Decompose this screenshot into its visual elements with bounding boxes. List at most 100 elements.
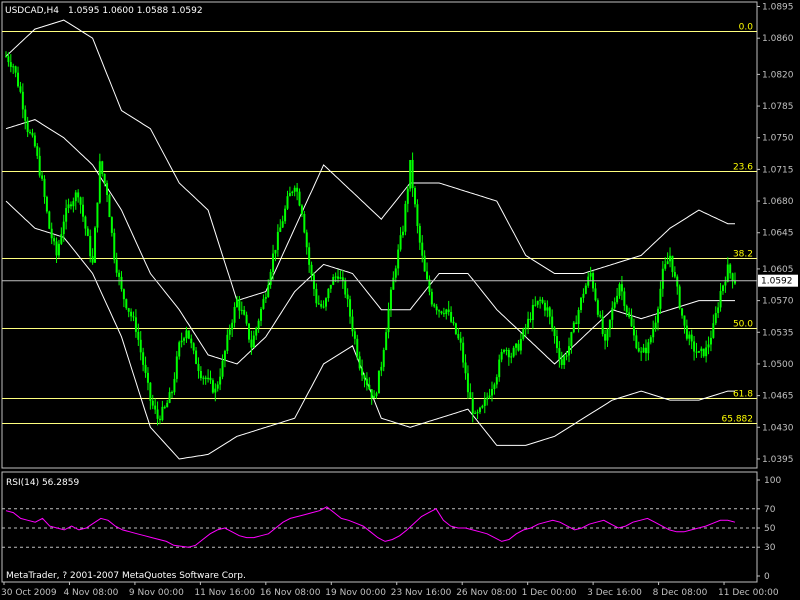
candle-body [582,293,585,298]
candle-body [623,291,626,306]
candle-body [512,347,515,357]
candle-body [613,302,616,308]
candle-body [286,196,289,209]
candle-body [166,402,169,408]
candle-body [620,284,623,292]
candle-body [491,389,493,396]
candle-body [12,66,15,68]
candle-body [19,86,22,92]
candle-body [695,351,698,353]
candle-body [632,326,635,336]
candle-body [110,217,113,233]
price-tick-label-3: 1.0785 [762,102,794,112]
fibo-label-1: 23.6 [733,163,753,173]
candle-body [9,62,12,67]
candle-body [21,91,24,110]
candle-body [690,334,693,342]
candle-body [214,388,217,393]
candle-body [430,291,433,305]
candle-body [399,235,402,250]
candle-body [45,196,48,212]
candle-body [279,227,282,232]
candle-body [683,315,686,326]
candle-body [382,349,385,367]
candle-body [464,362,467,374]
candle-body [363,375,366,379]
candle-body [671,255,674,273]
candle-body [659,288,662,309]
candle-body [358,356,361,369]
candle-body [310,264,313,275]
candle-body [442,313,445,315]
candle-body [664,264,667,269]
candle-body [697,351,700,353]
candle-body [392,277,395,290]
candle-body [81,204,84,217]
price-tick-label-13: 1.0430 [762,423,794,433]
candle-body [219,376,222,385]
candle-body [226,334,229,351]
candle-body [454,323,457,334]
candle-body [685,325,688,339]
fibo-label-2: 38.2 [733,250,753,260]
candle-body [524,327,527,330]
candle-body [351,316,354,332]
candle-body [666,261,669,265]
candle-body [228,329,231,335]
candle-body [243,309,246,315]
candle-body [349,299,352,317]
price-tick-label-2: 1.0820 [762,70,794,80]
time-tick-label-4: 16 Nov 08:00 [260,588,321,598]
price-tick-label-5: 1.0715 [762,165,794,175]
candle-body [337,276,340,279]
candle-body [404,203,407,232]
candle-body [127,308,130,312]
candle-body [312,274,315,289]
candle-body [171,392,174,394]
candle-body [231,322,234,330]
rsi-tick-label-4: 0 [764,572,770,582]
candle-body [466,373,469,393]
candle-body [481,405,484,408]
candle-body [317,303,320,305]
candle-body [216,384,219,389]
candle-body [103,173,106,184]
time-tick-label-3: 11 Nov 16:00 [194,588,255,598]
candle-body [91,256,94,263]
candle-body [527,318,530,328]
candle-body [565,355,568,357]
candle-body [62,221,65,235]
candle-body [409,159,412,189]
candle-body [637,347,640,352]
candle-body [572,322,575,333]
candle-body [389,289,392,309]
candle-body [577,309,580,324]
candle-body [134,317,137,332]
candle-body [647,342,650,354]
candle-body [267,284,270,297]
candle-body [281,221,284,228]
candle-body [575,322,578,324]
candle-body [567,346,570,356]
candle-body [522,329,525,339]
candle-body [356,338,359,357]
candle-body [731,273,734,282]
candle-body [373,396,376,399]
candle-body [534,304,537,306]
candle-body [291,191,294,194]
candle-body [630,317,633,327]
candle-body [122,289,125,300]
candle-body [146,372,149,383]
candle-body [541,299,544,303]
candle-body [604,334,607,341]
candle-body [445,309,448,315]
candle-body [478,407,481,413]
candle-body [529,318,532,321]
candle-body [414,187,417,205]
candle-body [421,242,424,256]
candle-body [426,271,429,280]
candle-body [322,306,325,308]
candle-body [469,392,472,398]
candle-body [77,192,80,198]
candle-body [272,253,275,272]
